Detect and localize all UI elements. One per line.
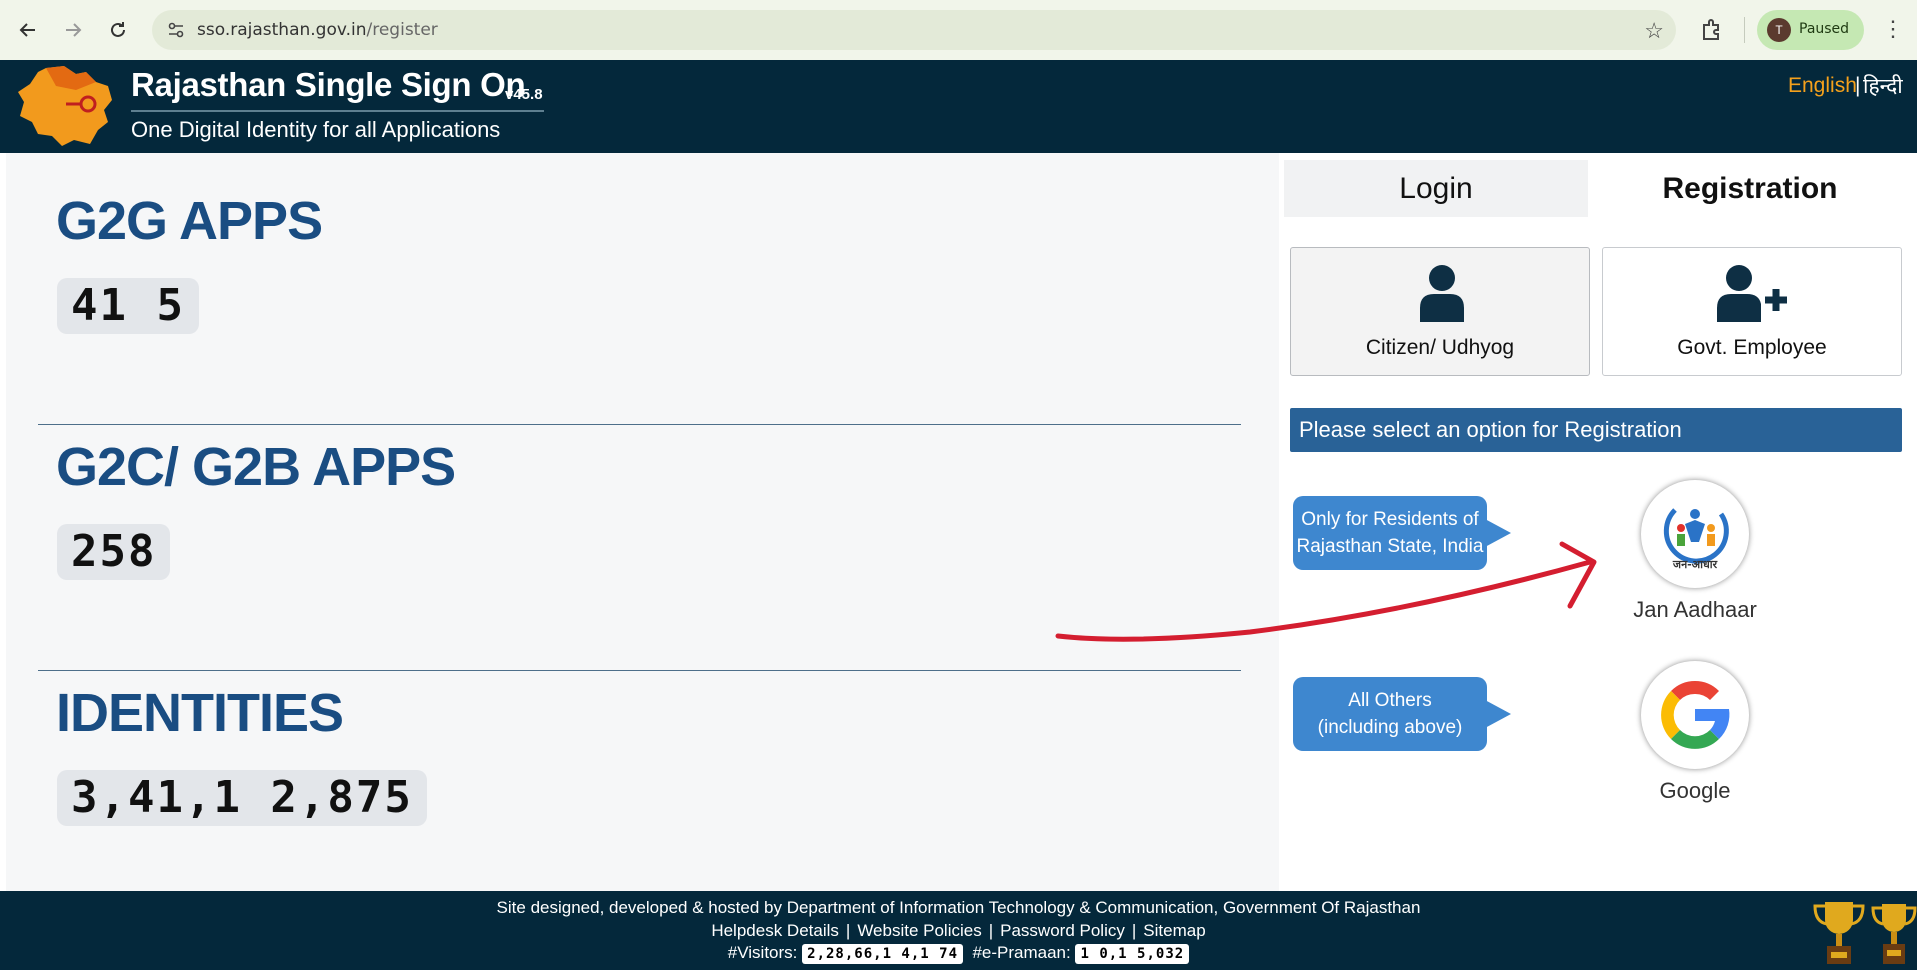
footer-link-helpdesk[interactable]: Helpdesk Details bbox=[711, 921, 839, 940]
visitors-counter: 2,28,66,1 4,1 74 bbox=[802, 943, 963, 964]
site-footer: Site designed, developed & hosted by Dep… bbox=[0, 891, 1917, 970]
residents-callout-line1: Only for Residents of bbox=[1301, 509, 1479, 530]
language-hindi-link[interactable]: हिन्दी bbox=[1863, 72, 1903, 100]
others-callout-line1: All Others bbox=[1348, 690, 1432, 711]
footer-credit: Site designed, developed & hosted by Dep… bbox=[496, 898, 1421, 917]
trophy-icon bbox=[1871, 904, 1917, 964]
footer-link-website-policies[interactable]: Website Policies bbox=[857, 921, 981, 940]
add-user-icon bbox=[1717, 265, 1787, 322]
bookmark-star-icon[interactable]: ☆ bbox=[1644, 18, 1664, 44]
stat-divider bbox=[38, 670, 1241, 671]
epramaan-label: #e-Pramaan: bbox=[972, 943, 1071, 962]
stat-title-g2c: G2C/ G2B APPS bbox=[56, 437, 456, 497]
citizen-udhyog-label: Citizen/ Udhyog bbox=[1365, 336, 1515, 359]
site-title: Rajasthan Single Sign On bbox=[131, 66, 526, 103]
others-callout: All Others (including above) bbox=[1293, 677, 1511, 751]
back-arrow-icon[interactable] bbox=[8, 10, 48, 50]
browser-toolbar: sso.rajasthan.gov.in/register ☆ T Paused… bbox=[0, 0, 1917, 60]
google-button[interactable] bbox=[1641, 661, 1749, 769]
citizen-udhyog-card[interactable]: Citizen/ Udhyog bbox=[1290, 247, 1590, 376]
url-text: sso.rajasthan.gov.in/register bbox=[197, 20, 438, 40]
stat-counter-identities: 3,41,1 2,875 bbox=[57, 770, 427, 826]
red-annotation-arrow bbox=[1055, 541, 1597, 642]
footer-link-sitemap[interactable]: Sitemap bbox=[1143, 921, 1205, 940]
profile-button[interactable]: T Paused bbox=[1757, 10, 1864, 50]
avatar: T bbox=[1767, 18, 1791, 42]
tab-login[interactable]: Login bbox=[1284, 160, 1588, 217]
user-icon bbox=[1420, 265, 1464, 322]
stat-divider bbox=[38, 424, 1241, 425]
jan-aadhaar-logo-icon: जन-आधार bbox=[1663, 508, 1729, 571]
svg-text:जन-आधार: जन-आधार bbox=[1672, 558, 1718, 571]
kebab-menu-icon[interactable]: ⋮ bbox=[1882, 16, 1904, 42]
title-underline bbox=[131, 110, 544, 112]
tab-registration[interactable]: Registration bbox=[1588, 160, 1912, 217]
site-info-icon[interactable] bbox=[166, 20, 186, 40]
google-logo-icon bbox=[1661, 681, 1730, 749]
toolbar-separator bbox=[1744, 17, 1745, 43]
site-version: v45.8 bbox=[505, 86, 543, 103]
others-callout-line2: (including above) bbox=[1317, 717, 1463, 738]
stat-counter-g2c: 258 bbox=[57, 524, 171, 580]
rajasthan-sso-logo[interactable] bbox=[16, 64, 116, 148]
govt-employee-card[interactable]: Govt. Employee bbox=[1602, 247, 1902, 376]
language-separator: | bbox=[1855, 74, 1861, 97]
visitors-label: #Visitors: bbox=[727, 943, 798, 962]
footer-counters: #Visitors: 2,28,66,1 4,1 74 #e-Pramaan: … bbox=[0, 943, 1917, 964]
jan-aadhaar-label[interactable]: Jan Aadhaar bbox=[1595, 597, 1795, 623]
reload-icon[interactable] bbox=[98, 10, 138, 50]
address-bar[interactable]: sso.rajasthan.gov.in/register ☆ bbox=[152, 10, 1676, 50]
epramaan-counter: 1 0,1 5,032 bbox=[1075, 943, 1190, 964]
trophy-icon bbox=[1813, 902, 1865, 964]
stat-counter-g2g: 41 5 bbox=[57, 278, 199, 334]
language-english-link[interactable]: English bbox=[1788, 74, 1857, 98]
forward-arrow-icon[interactable] bbox=[53, 10, 93, 50]
footer-link-password-policy[interactable]: Password Policy bbox=[1000, 921, 1125, 940]
stat-title-g2g: G2G APPS bbox=[56, 191, 323, 251]
registration-option-banner: Please select an option for Registration bbox=[1290, 408, 1902, 452]
site-tagline: One Digital Identity for all Application… bbox=[131, 117, 501, 142]
footer-links: Helpdesk Details | Website Policies | Passwo… bbox=[711, 921, 1206, 940]
govt-employee-label: Govt. Employee bbox=[1677, 336, 1827, 359]
extensions-icon[interactable] bbox=[1697, 15, 1727, 45]
stat-title-identities: IDENTITIES bbox=[56, 683, 344, 743]
jan-aadhaar-button[interactable]: जन-आधार bbox=[1641, 480, 1749, 588]
google-label[interactable]: Google bbox=[1595, 778, 1795, 804]
profile-status: Paused bbox=[1799, 21, 1850, 37]
